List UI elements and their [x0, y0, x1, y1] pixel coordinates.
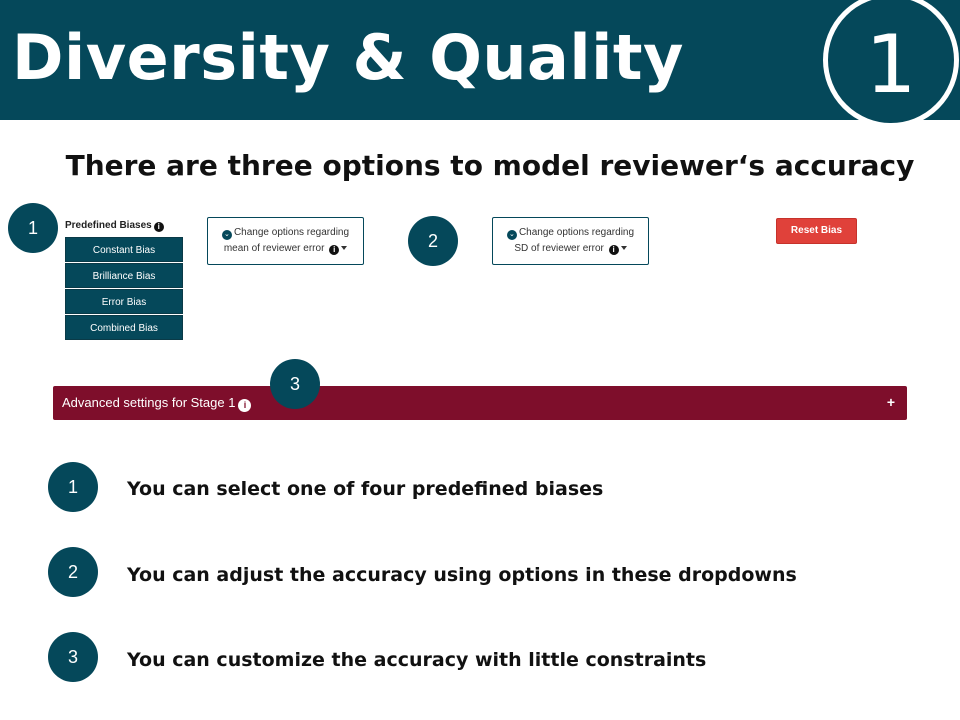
bullet-text-2: You can adjust the accuracy using option… — [127, 564, 797, 586]
bullet-number-2: 2 — [48, 547, 98, 597]
sd-error-dropdown-label: Change options regarding — [518, 227, 635, 238]
combined-bias-button[interactable]: Combined Bias — [65, 315, 183, 340]
chevron-circle-icon: ⌄ — [506, 230, 517, 240]
mean-error-dropdown-line2: mean of reviewer error i — [208, 241, 363, 257]
predefined-biases-panel: Predefined Biases i Constant Bias Brillia… — [65, 218, 185, 341]
plus-icon[interactable]: + — [887, 386, 895, 418]
advanced-settings-bar[interactable]: Advanced settings for Stage 1i + — [53, 386, 907, 420]
reset-bias-button[interactable]: Reset Bias — [776, 218, 857, 244]
bias-button-list: Constant Bias Brilliance Bias Error Bias… — [65, 237, 185, 340]
header-banner: Diversity & Quality 1 — [0, 0, 960, 128]
bullet-text-1: You can select one of four predefined bi… — [127, 478, 604, 500]
caret-down-icon — [620, 246, 627, 250]
info-icon[interactable]: i — [238, 399, 252, 412]
chevron-circle-icon: ⌄ — [221, 230, 232, 240]
sd-error-dropdown-line2: SD of reviewer error i — [493, 241, 648, 257]
bullet-number-3: 3 — [48, 632, 98, 682]
mean-error-dropdown-label: Change options regarding — [233, 227, 350, 238]
sd-error-dropdown-sublabel: SD of reviewer error — [514, 243, 604, 254]
brilliance-bias-button[interactable]: Brilliance Bias — [65, 263, 183, 288]
mean-error-dropdown-line1: ⌄ Change options regarding — [208, 225, 363, 241]
advanced-settings-heading: Advanced settings for Stage 1i — [62, 386, 252, 420]
slide-number: 1 — [865, 18, 917, 111]
marker-1: 1 — [8, 203, 58, 253]
advanced-settings-label: Advanced settings for Stage 1 — [62, 395, 236, 410]
sd-error-dropdown[interactable]: ⌄ Change options regarding SD of reviewer… — [492, 217, 649, 265]
info-icon[interactable]: i — [329, 245, 340, 255]
caret-down-icon — [341, 246, 348, 250]
mean-error-dropdown[interactable]: ⌄ Change options regarding mean of review… — [207, 217, 364, 265]
error-bias-button[interactable]: Error Bias — [65, 289, 183, 314]
predefined-biases-label: Predefined Biases — [65, 220, 152, 231]
info-icon[interactable]: i — [608, 245, 619, 255]
constant-bias-button[interactable]: Constant Bias — [65, 237, 183, 262]
marker-2: 2 — [408, 216, 458, 266]
sd-error-dropdown-line1: ⌄ Change options regarding — [493, 225, 648, 241]
slide-subtitle: There are three options to model reviewe… — [65, 149, 915, 182]
predefined-biases-heading: Predefined Biases i — [65, 218, 185, 234]
bullet-text-3: You can customize the accuracy with litt… — [127, 649, 707, 671]
slide-title: Diversity & Quality — [12, 21, 684, 94]
marker-3: 3 — [270, 359, 320, 409]
slide-number-badge: 1 — [823, 0, 959, 128]
mean-error-dropdown-sublabel: mean of reviewer error — [223, 243, 325, 254]
bullet-number-1: 1 — [48, 462, 98, 512]
info-icon[interactable]: i — [153, 222, 164, 232]
